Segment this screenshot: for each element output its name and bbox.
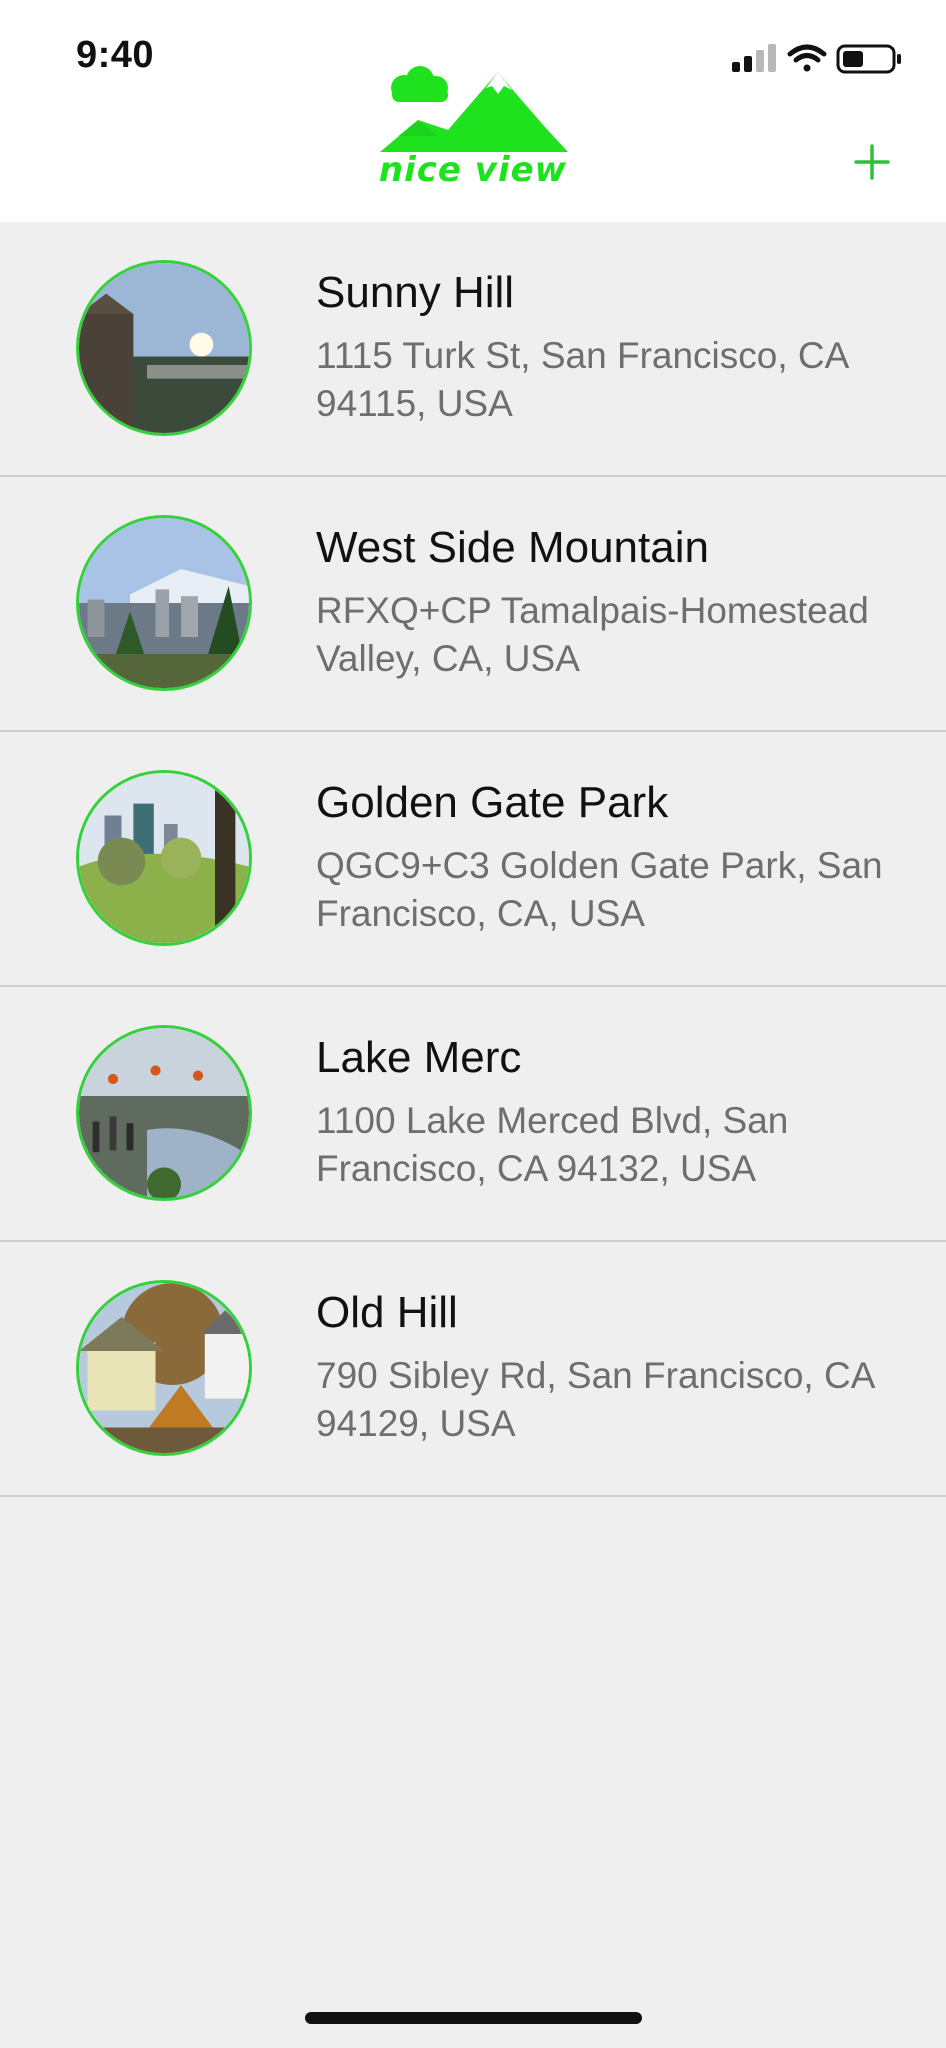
navigation-header: 9:40 nice view	[0, 0, 946, 222]
place-title: Golden Gate Park	[316, 778, 669, 827]
status-icons	[732, 40, 912, 80]
place-thumbnail	[76, 260, 252, 436]
place-thumbnail	[76, 1025, 252, 1201]
place-address: 1115 Turk St, San Francisco, CA 94115, U…	[316, 335, 848, 424]
place-title: West Side Mountain	[316, 523, 709, 572]
place-address: 1100 Lake Merced Blvd, San Francisco, CA…	[316, 1100, 789, 1189]
list-item[interactable]: Golden Gate Park QGC9+C3 Golden Gate Par…	[0, 732, 946, 987]
list-item[interactable]: West Side Mountain RFXQ+CP Tamalpais-Hom…	[0, 477, 946, 732]
plus-icon	[854, 144, 890, 180]
list-item[interactable]: Old Hill 790 Sibley Rd, San Francisco, C…	[0, 1242, 946, 1497]
home-indicator[interactable]	[305, 2012, 642, 2024]
signal-icon	[732, 44, 776, 72]
list-item[interactable]: Sunny Hill 1115 Turk St, San Francisco, …	[0, 222, 946, 477]
status-time: 9:40	[76, 34, 155, 76]
add-place-button[interactable]	[852, 142, 892, 182]
list-item[interactable]: Lake Merc 1100 Lake Merced Blvd, San Fra…	[0, 987, 946, 1242]
place-address: QGC9+C3 Golden Gate Park, San Francisco,…	[316, 845, 883, 934]
place-title: Old Hill	[316, 1288, 458, 1337]
place-thumbnail	[76, 515, 252, 691]
wifi-icon	[787, 44, 827, 72]
place-title: Lake Merc	[316, 1033, 522, 1082]
place-address: RFXQ+CP Tamalpais-Homestead Valley, CA, …	[316, 590, 869, 679]
place-title: Sunny Hill	[316, 268, 515, 317]
place-thumbnail	[76, 770, 252, 946]
places-list: Sunny Hill 1115 Turk St, San Francisco, …	[0, 222, 946, 1497]
place-thumbnail	[76, 1280, 252, 1456]
place-address: 790 Sibley Rd, San Francisco, CA 94129, …	[316, 1355, 874, 1444]
logo-text: nice view	[378, 150, 568, 190]
battery-icon	[836, 44, 901, 74]
